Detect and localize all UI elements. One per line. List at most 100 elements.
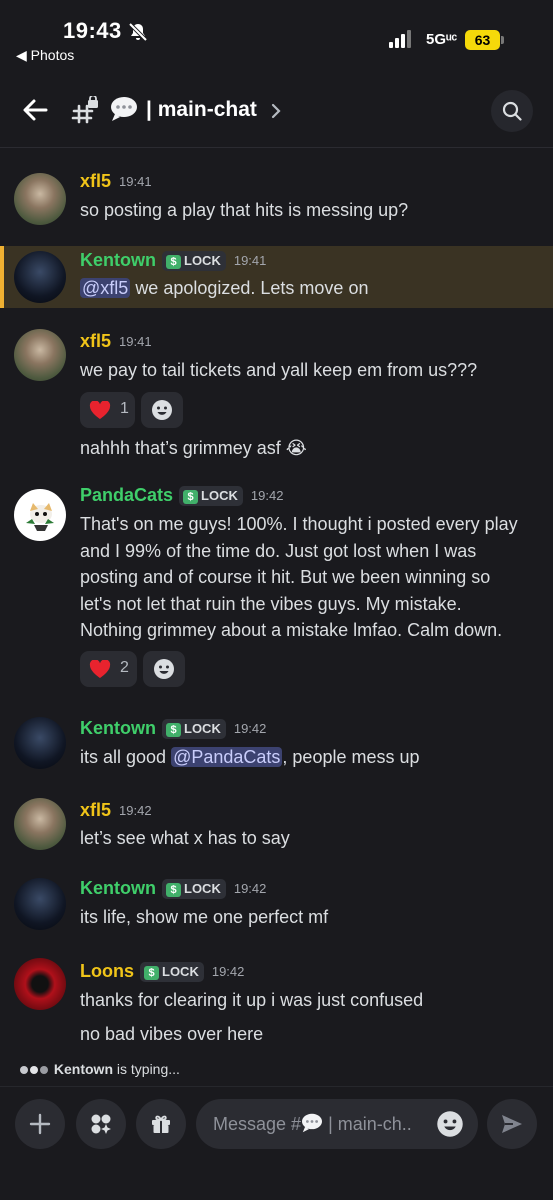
message-item: Kentown $ LOCK 19:42 its all good @PandaCat…	[0, 712, 553, 778]
message-line: That's on me guys! 100%. I thought i pos…	[80, 514, 518, 534]
add-attachment-button[interactable]	[15, 1099, 65, 1149]
message-item-highlighted: Kentown $ LOCK 19:41 @xfl5 we apologized. L…	[0, 246, 553, 308]
role-tag: $ LOCK	[179, 485, 243, 506]
speech-bubble-icon	[302, 1113, 323, 1133]
heart-icon	[89, 401, 111, 419]
typing-user: Kentown	[53, 1061, 113, 1077]
back-arrow-icon[interactable]	[20, 96, 50, 124]
mention[interactable]: @xfl5	[80, 278, 131, 298]
speech-bubble-icon	[111, 97, 137, 121]
avatar[interactable]	[14, 173, 66, 225]
avatar[interactable]	[14, 878, 66, 930]
send-button[interactable]	[487, 1099, 537, 1149]
gift-button[interactable]	[136, 1099, 186, 1149]
avatar[interactable]	[14, 329, 66, 381]
search-button[interactable]	[491, 90, 533, 132]
reaction-count: 1	[120, 400, 129, 417]
dollar-icon: $	[144, 965, 159, 980]
timestamp: 19:42	[250, 488, 284, 503]
avatar[interactable]	[14, 798, 66, 850]
typing-dots-icon	[20, 1065, 50, 1075]
timestamp: 19:42	[233, 721, 267, 736]
message-composer: Message # | main-ch..	[0, 1086, 553, 1200]
username[interactable]: xfl5	[80, 800, 111, 821]
role-tag-label: LOCK	[201, 487, 238, 503]
message-input-placeholder: Message # | main-ch..	[213, 1113, 412, 1135]
heart-icon	[89, 660, 111, 678]
message-text-body: , people mess up	[282, 747, 420, 767]
role-tag: $ LOCK	[162, 718, 226, 739]
message-item: Loons $ LOCK 19:42 thanks for clearing it u…	[0, 955, 553, 1051]
back-to-photos-link[interactable]: ◀ Photos	[16, 47, 74, 64]
message-header: xfl5 19:42	[80, 800, 152, 824]
avatar[interactable]	[14, 489, 66, 541]
add-reaction-icon	[154, 659, 174, 679]
message-text: so posting a play that hits is messing u…	[80, 200, 409, 220]
dollar-icon: $	[166, 254, 181, 269]
role-tag: $ LOCK	[140, 961, 204, 982]
message-text: its all good @PandaCats, people mess up	[80, 744, 540, 771]
channel-title[interactable]: | main-chat	[146, 98, 257, 122]
emoji-icon[interactable]	[436, 1110, 464, 1138]
role-tag: $ LOCK	[162, 878, 226, 899]
dollar-icon: $	[183, 489, 199, 504]
signal-icon	[389, 30, 411, 48]
role-tag-label: LOCK	[184, 720, 221, 736]
message-list[interactable]: xfl5 19:41 so posting a play that hits is…	[0, 149, 553, 1054]
message-line: and I 99% of the time do. Just got lost …	[80, 540, 477, 561]
username[interactable]: xfl5	[80, 331, 111, 352]
role-tag: $ LOCK	[162, 250, 226, 271]
reaction-heart[interactable]: 2	[80, 651, 137, 687]
message-line: Nothing grimmey about a mistake lmfao. C…	[80, 620, 503, 640]
dollar-icon: $	[166, 722, 181, 737]
message-header: Kentown $ LOCK 19:42	[80, 718, 266, 742]
avatar[interactable]	[14, 717, 66, 769]
message-text-body: we apologized. Lets move on	[135, 278, 369, 298]
reaction-heart[interactable]: 1	[80, 392, 135, 428]
message-header: PandaCats $ LOCK 19:42	[80, 485, 283, 509]
username[interactable]: PandaCats	[80, 485, 173, 506]
username[interactable]: Loons	[80, 961, 134, 982]
message-item: xfl5 19:42 let’s see what x has to say	[0, 794, 553, 854]
message-text: thanks for clearing it up i was just con…	[80, 990, 424, 1010]
add-reaction-button[interactable]	[143, 651, 185, 687]
message-header: xfl5 19:41	[80, 171, 152, 195]
battery-level: 63	[465, 30, 500, 50]
dollar-icon: $	[166, 882, 181, 897]
bell-slash-icon	[128, 22, 148, 42]
message-item: xfl5 19:41 we pay to tail tickets and yal…	[0, 323, 553, 463]
add-reaction-button[interactable]	[141, 392, 183, 428]
placeholder-suffix: | main-ch..	[328, 1114, 412, 1134]
channel-header: | main-chat	[0, 72, 553, 148]
timestamp: 19:42	[211, 964, 245, 979]
avatar[interactable]	[14, 958, 66, 1010]
timestamp: 19:42	[233, 881, 267, 896]
role-tag-label: LOCK	[184, 252, 221, 268]
username[interactable]: xfl5	[80, 171, 111, 192]
timestamp: 19:41	[233, 253, 267, 268]
chevron-right-icon[interactable]	[270, 102, 282, 120]
avatar[interactable]	[14, 251, 66, 303]
message-header: xfl5 19:41	[80, 331, 152, 355]
message-text: its life, show me one perfect mf	[80, 907, 329, 927]
typing-label: is typing...	[116, 1061, 180, 1077]
username[interactable]: Kentown	[80, 878, 156, 899]
apps-button[interactable]	[76, 1099, 126, 1149]
username[interactable]: Kentown	[80, 250, 156, 271]
panda-cat-avatar	[26, 503, 54, 531]
message-header: Kentown $ LOCK 19:42	[80, 878, 266, 902]
message-input[interactable]: Message # | main-ch..	[196, 1099, 478, 1149]
timestamp: 19:42	[119, 803, 152, 818]
status-bar: 19:43 ◀ Photos 5Gᵘᶜ 63	[0, 0, 553, 72]
add-reaction-icon	[152, 400, 172, 420]
message-text-body: its all good	[80, 747, 167, 767]
message-header: Loons $ LOCK 19:42	[80, 961, 244, 985]
apps-icon	[91, 1114, 111, 1134]
mention[interactable]: @PandaCats	[171, 747, 283, 767]
username[interactable]: Kentown	[80, 718, 156, 739]
message-item: Kentown $ LOCK 19:42 its life, show me one …	[0, 873, 553, 935]
timestamp: 19:41	[119, 174, 152, 189]
battery-indicator: 63	[465, 30, 505, 50]
reaction-count: 2	[120, 659, 129, 676]
send-icon	[502, 1115, 522, 1133]
